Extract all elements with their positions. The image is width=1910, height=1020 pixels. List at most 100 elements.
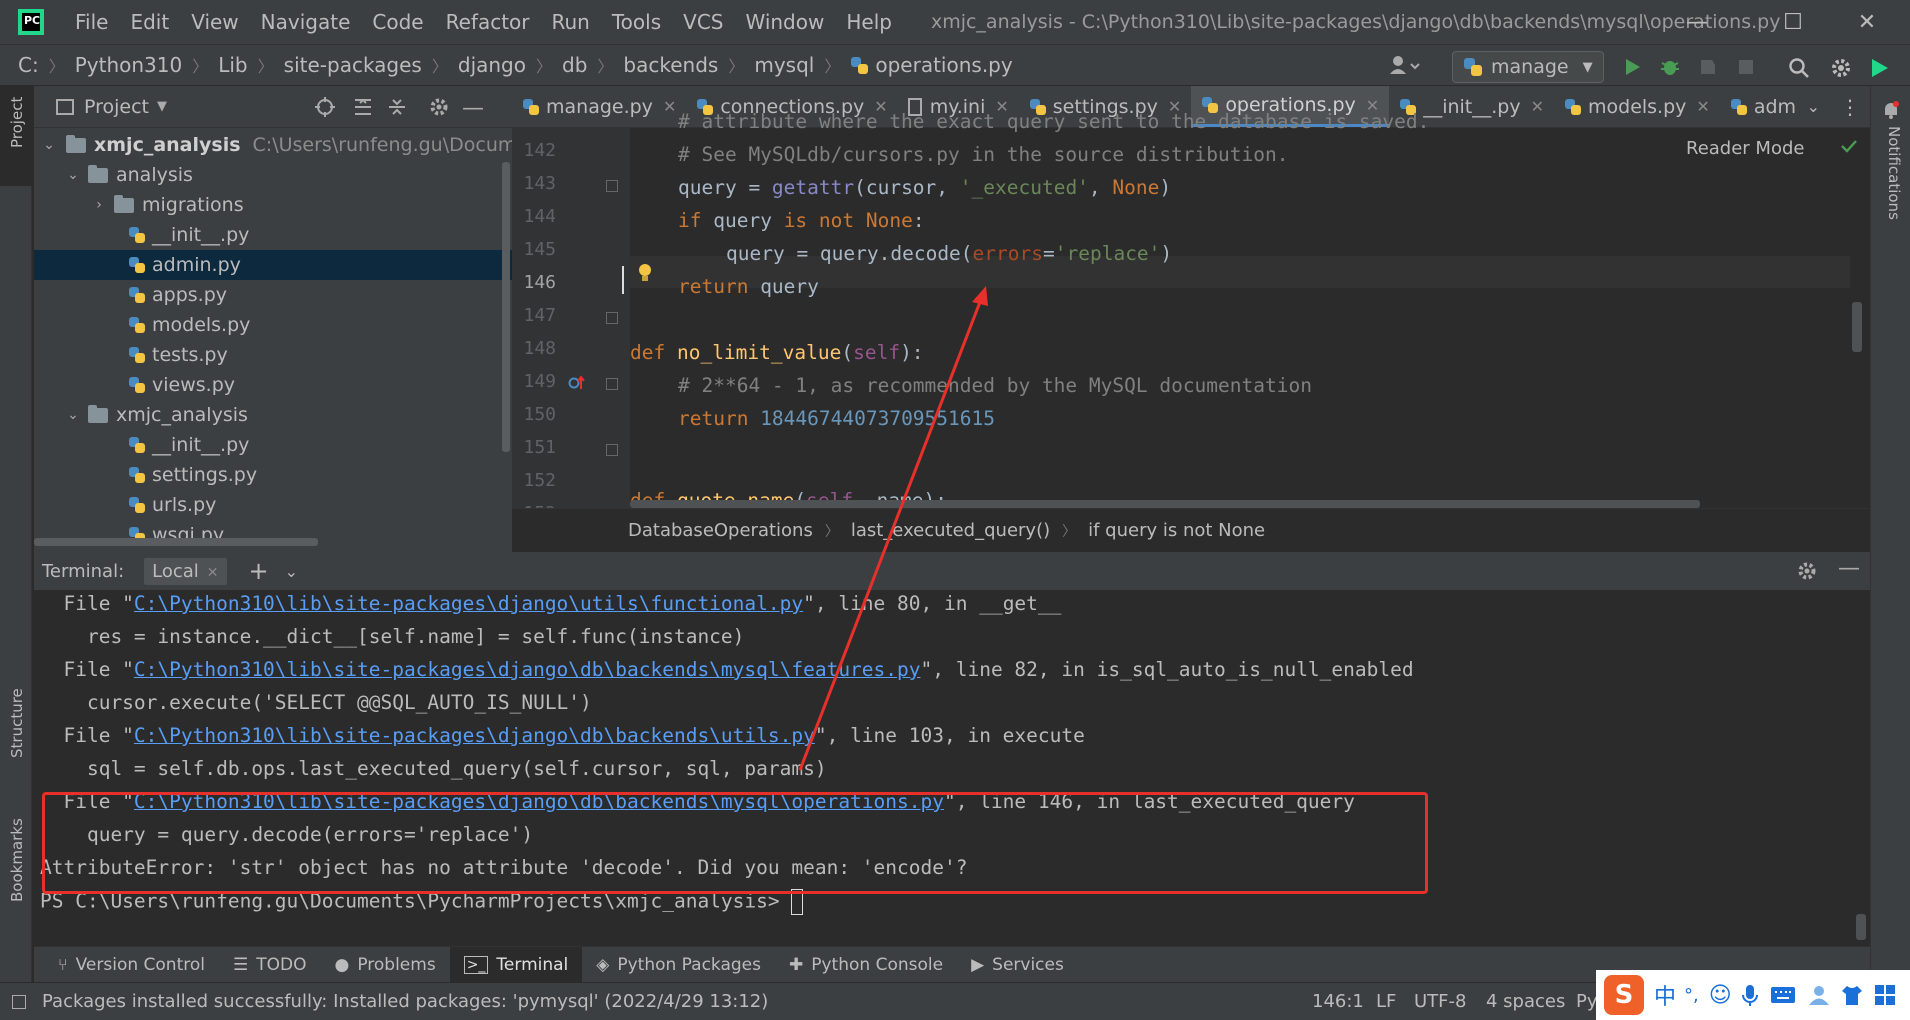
editor-vertical-scrollbar[interactable] <box>1852 302 1862 352</box>
menu-code[interactable]: Code <box>361 10 434 34</box>
more-icon[interactable]: ⋮ <box>1830 86 1870 127</box>
inspection-ok-icon[interactable] <box>1840 138 1858 154</box>
menu-run[interactable]: Run <box>541 10 601 34</box>
code-line-145[interactable]: if query is not None: <box>678 209 925 232</box>
tab-todo[interactable]: ☰ TODO <box>219 947 321 983</box>
file-encoding[interactable]: UTF-8 <box>1414 991 1466 1012</box>
intention-bulb-icon[interactable] <box>636 262 654 284</box>
breadcrumb-class[interactable]: DatabaseOperations <box>628 520 813 541</box>
crumb-file[interactable]: operations.py <box>875 53 1012 77</box>
file-link[interactable]: C:\Python310\lib\site-packages\django\db… <box>134 658 921 681</box>
stop-icon[interactable] <box>1736 57 1756 77</box>
coverage-icon[interactable] <box>1698 57 1718 77</box>
crumb-mysql[interactable]: mysql <box>754 53 814 77</box>
tab-admin-truncated[interactable]: adm <box>1720 86 1797 127</box>
tab-models[interactable]: models.py ✕ <box>1554 86 1720 127</box>
breadcrumb-method[interactable]: last_executed_query() <box>851 520 1050 541</box>
tab-python-packages[interactable]: ◈ Python Packages <box>582 947 775 983</box>
tree-item-views[interactable]: views.py <box>128 370 235 400</box>
chevron-down-icon[interactable]: ⌄ <box>1797 86 1830 127</box>
search-icon[interactable] <box>1788 57 1809 78</box>
menu-tools[interactable]: Tools <box>601 10 672 34</box>
fold-marker-icon[interactable] <box>606 444 618 456</box>
code-line-150[interactable]: # 2**64 - 1, as recommended by the MySQL… <box>678 374 1312 397</box>
crumb-lib[interactable]: Lib <box>218 53 247 77</box>
jetbrains-toolbox-icon[interactable] <box>1868 57 1888 77</box>
crumb-site-packages[interactable]: site-packages <box>284 53 422 77</box>
user-icon[interactable] <box>1808 984 1830 1006</box>
expand-all-icon[interactable] <box>352 96 374 118</box>
structure-tool-label[interactable]: Structure <box>8 688 26 758</box>
settings-icon[interactable] <box>428 96 450 118</box>
close-icon[interactable]: ✕ <box>1696 97 1709 116</box>
crumb-django[interactable]: django <box>458 53 526 77</box>
close-window-button[interactable]: ✕ <box>1832 0 1902 44</box>
tree-item-settings[interactable]: settings.py <box>128 460 257 490</box>
tab-python-console[interactable]: ✚ Python Console <box>775 947 957 983</box>
chevron-down-icon[interactable]: ⌄ <box>64 407 82 423</box>
crumb-backends[interactable]: backends <box>623 53 718 77</box>
tab-terminal[interactable]: >_ Terminal <box>449 946 583 983</box>
menu-refactor[interactable]: Refactor <box>435 10 541 34</box>
tree-item-migrations[interactable]: › migrations <box>90 190 243 220</box>
hide-panel-icon[interactable]: — <box>462 96 484 121</box>
project-panel-title[interactable]: Project <box>84 96 149 118</box>
code-line-147[interactable]: return query <box>678 275 819 298</box>
collapse-all-icon[interactable] <box>386 96 408 118</box>
fold-marker-icon[interactable] <box>606 180 618 192</box>
tree-item-urls[interactable]: urls.py <box>128 490 216 520</box>
chevron-right-icon[interactable]: › <box>90 197 108 213</box>
horizontal-scrollbar[interactable] <box>34 538 318 546</box>
file-link[interactable]: C:\Python310\lib\site-packages\django\ut… <box>134 592 803 615</box>
code-line-144[interactable]: query = getattr(cursor, '_executed', Non… <box>678 176 1171 199</box>
menu-vcs[interactable]: VCS <box>672 10 734 34</box>
sogou-logo-icon[interactable]: S <box>1604 975 1644 1015</box>
menu-view[interactable]: View <box>180 10 249 34</box>
bookmarks-tool-label[interactable]: Bookmarks <box>8 818 26 902</box>
code-line-149[interactable]: def no_limit_value(self): <box>630 341 924 364</box>
close-icon[interactable]: ✕ <box>663 97 676 116</box>
toggle-tool-windows-icon[interactable] <box>12 994 26 1009</box>
fold-marker-icon[interactable] <box>606 312 618 324</box>
line-separator[interactable]: LF <box>1376 991 1396 1012</box>
code-line-151[interactable]: return 18446744073709551615 <box>678 407 995 430</box>
tree-item-xmjc-analysis[interactable]: ⌄ xmjc_analysis <box>64 400 248 430</box>
maximize-button[interactable]: ☐ <box>1758 0 1828 44</box>
notifications-tool-label[interactable]: Notifications <box>1885 126 1903 220</box>
tree-item-init[interactable]: __init__.py <box>128 220 249 250</box>
terminal-scrollbar[interactable] <box>1856 914 1866 940</box>
tab-version-control[interactable]: ⑂ Version Control <box>44 947 219 983</box>
code-line-143[interactable]: # See MySQLdb/cursors.py in the source d… <box>678 143 1288 166</box>
status-message[interactable]: Packages installed successfully: Install… <box>42 991 768 1012</box>
close-icon[interactable]: ✕ <box>207 565 219 581</box>
emoji-icon[interactable]: ☺ <box>1709 983 1732 1008</box>
fold-marker-icon[interactable] <box>606 378 618 390</box>
reader-mode-toggle[interactable]: Reader Mode <box>1686 138 1804 159</box>
hide-panel-icon[interactable]: — <box>1838 556 1860 581</box>
tree-root[interactable]: ⌄ xmjc_analysis C:\Users\runfeng.gu\Docu… <box>34 130 564 160</box>
keyboard-icon[interactable] <box>1770 986 1796 1004</box>
file-link[interactable]: C:\Python310\lib\site-packages\django\db… <box>134 724 815 747</box>
tree-item-apps[interactable]: apps.py <box>128 280 227 310</box>
tab-manage[interactable]: manage.py ✕ <box>512 86 686 127</box>
close-icon[interactable]: ✕ <box>1531 97 1544 116</box>
run-icon[interactable] <box>1622 57 1642 77</box>
settings-icon[interactable] <box>1796 560 1818 582</box>
editor-horizontal-scrollbar[interactable] <box>630 500 1700 508</box>
chevron-down-icon[interactable]: ⌄ <box>285 562 298 581</box>
crumb-python310[interactable]: Python310 <box>75 53 183 77</box>
caret-position[interactable]: 146:1 <box>1312 991 1364 1012</box>
crumb-db[interactable]: db <box>562 53 587 77</box>
settings-icon[interactable] <box>1830 57 1850 77</box>
skin-icon[interactable] <box>1840 984 1864 1006</box>
minimize-button[interactable]: — <box>1662 0 1732 44</box>
breadcrumb-block[interactable]: if query is not None <box>1088 520 1265 541</box>
tree-item-admin-selected[interactable]: admin.py <box>34 250 512 280</box>
menu-file[interactable]: File <box>64 10 119 34</box>
tree-item-models[interactable]: models.py <box>128 310 250 340</box>
chevron-down-icon[interactable]: ⌄ <box>40 137 58 153</box>
vertical-scrollbar[interactable] <box>502 162 510 452</box>
menu-window[interactable]: Window <box>734 10 835 34</box>
tree-item-analysis[interactable]: ⌄ analysis <box>64 160 193 190</box>
chevron-down-icon[interactable]: ⌄ <box>64 167 82 183</box>
